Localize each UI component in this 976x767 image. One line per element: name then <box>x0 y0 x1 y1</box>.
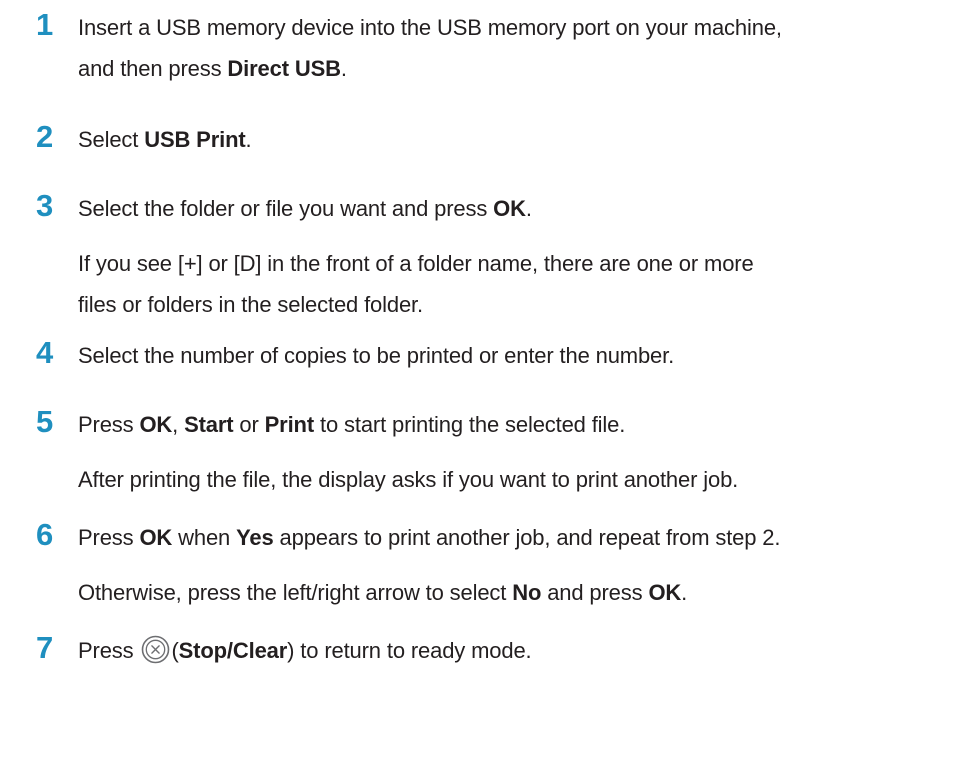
text-run: or <box>233 412 265 437</box>
step-text-line: After printing the file, the display ask… <box>78 462 738 497</box>
stop-clear-icon <box>141 635 170 664</box>
text-run: Select the number of copies to be printe… <box>78 343 675 368</box>
step-text-line: Press OK when Yes appears to print anoth… <box>78 520 780 555</box>
step-text-line: Insert a USB memory device into the USB … <box>78 10 782 45</box>
text-run: Insert a USB memory device into the USB … <box>78 15 782 40</box>
step-text-line: Press OK, Start or Print to start printi… <box>78 407 625 442</box>
step-number: 2 <box>36 119 54 154</box>
step-text-line: Otherwise, press the left/right arrow to… <box>78 575 687 610</box>
step-text-line: Select USB Print. <box>78 122 252 157</box>
bold-term: Direct USB <box>227 56 341 81</box>
bold-term: USB Print <box>144 127 246 152</box>
text-run: and then press <box>78 56 228 81</box>
text-run: Select <box>78 127 145 152</box>
text-run: to start printing the selected file. <box>314 412 626 437</box>
bold-term: OK <box>493 196 526 221</box>
step-text-line: Select the number of copies to be printe… <box>78 338 674 373</box>
bold-term: Print <box>264 412 315 437</box>
bold-term: Yes <box>236 525 274 550</box>
step-text-line: Press (Stop/Clear) to return to ready mo… <box>78 633 532 668</box>
text-run: ( <box>171 638 179 663</box>
step-number: 1 <box>36 7 54 42</box>
text-run: files or folders in the selected folder. <box>78 292 423 317</box>
step-number: 7 <box>36 630 54 665</box>
text-run: Select the folder or file you want and p… <box>78 196 494 221</box>
text-run: . <box>525 196 532 221</box>
text-run: After printing the file, the display ask… <box>78 467 739 492</box>
bold-term: Start <box>184 412 234 437</box>
text-run: . <box>245 127 252 152</box>
text-run: and press <box>541 580 649 605</box>
text-run: Press <box>78 525 140 550</box>
step-text-line: If you see [+] or [D] in the front of a … <box>78 246 754 281</box>
text-run: . <box>681 580 688 605</box>
text-run: appears to print another job, and repeat… <box>273 525 781 550</box>
step-number: 4 <box>36 335 54 370</box>
step-text-line: and then press Direct USB. <box>78 51 347 86</box>
bold-term: OK <box>139 412 173 437</box>
text-run: If you see [+] or [D] in the front of a … <box>78 251 754 276</box>
step-text-line: Select the folder or file you want and p… <box>78 191 532 226</box>
text-run: Otherwise, press the left/right arrow to… <box>78 580 513 605</box>
text-run: Press <box>78 638 140 663</box>
text-run: when <box>172 525 237 550</box>
text-run: Press <box>78 412 140 437</box>
step-number: 3 <box>36 188 54 223</box>
text-run: . <box>340 56 347 81</box>
step-number: 5 <box>36 404 54 439</box>
step-text-line: files or folders in the selected folder. <box>78 287 423 322</box>
text-run: , <box>172 412 185 437</box>
bold-term: Stop/Clear <box>178 638 288 663</box>
text-run: ) to return to ready mode. <box>287 638 532 663</box>
bold-term: No <box>512 580 542 605</box>
bold-term: OK <box>648 580 682 605</box>
bold-term: OK <box>139 525 173 550</box>
step-number: 6 <box>36 517 54 552</box>
